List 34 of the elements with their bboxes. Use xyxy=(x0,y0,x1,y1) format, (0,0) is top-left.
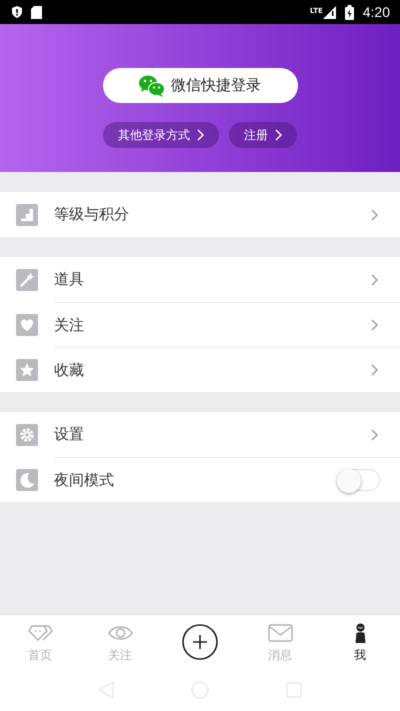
wechat-login-button[interactable]: 微信快捷登录 xyxy=(102,68,298,103)
moon-icon xyxy=(16,468,38,490)
menu-item[interactable]: 道具 xyxy=(54,257,400,302)
chevron-icon xyxy=(370,364,378,376)
chevron-icon xyxy=(196,129,204,141)
register-button[interactable]: 注册 xyxy=(229,122,297,148)
recents-icon[interactable] xyxy=(286,682,302,698)
add-button[interactable] xyxy=(182,624,218,660)
envelope-icon xyxy=(268,623,292,643)
diamond-icon xyxy=(28,623,52,643)
menu-item-label: 夜间模式 xyxy=(54,470,114,490)
chevron-icon xyxy=(370,319,378,331)
signal-icon xyxy=(322,6,336,18)
other-login-button[interactable]: 其他登录方式 xyxy=(103,122,219,148)
chevron-icon xyxy=(370,208,378,220)
stairs-icon xyxy=(16,204,38,226)
chevron-icon xyxy=(370,274,378,286)
sd-card-icon xyxy=(31,6,42,18)
clock: 4:20 xyxy=(362,4,390,20)
wand-icon xyxy=(16,268,38,290)
wechat-icon xyxy=(139,74,165,96)
night-mode-switch[interactable] xyxy=(338,469,380,491)
chevron-icon xyxy=(370,428,378,440)
battery-charging-icon xyxy=(344,4,354,20)
menu-item[interactable]: 收藏 xyxy=(54,347,400,392)
gear-icon xyxy=(16,424,38,446)
menu-item[interactable]: 设置 xyxy=(54,412,400,457)
chevron-icon xyxy=(274,129,282,141)
tab-item[interactable]: 我 xyxy=(320,615,400,668)
home-icon[interactable] xyxy=(190,680,209,698)
menu-item[interactable]: 关注 xyxy=(54,302,400,347)
back-icon[interactable] xyxy=(98,680,114,698)
shield-alert-icon xyxy=(12,6,22,18)
menu-item[interactable]: 等级与积分 xyxy=(54,192,400,237)
